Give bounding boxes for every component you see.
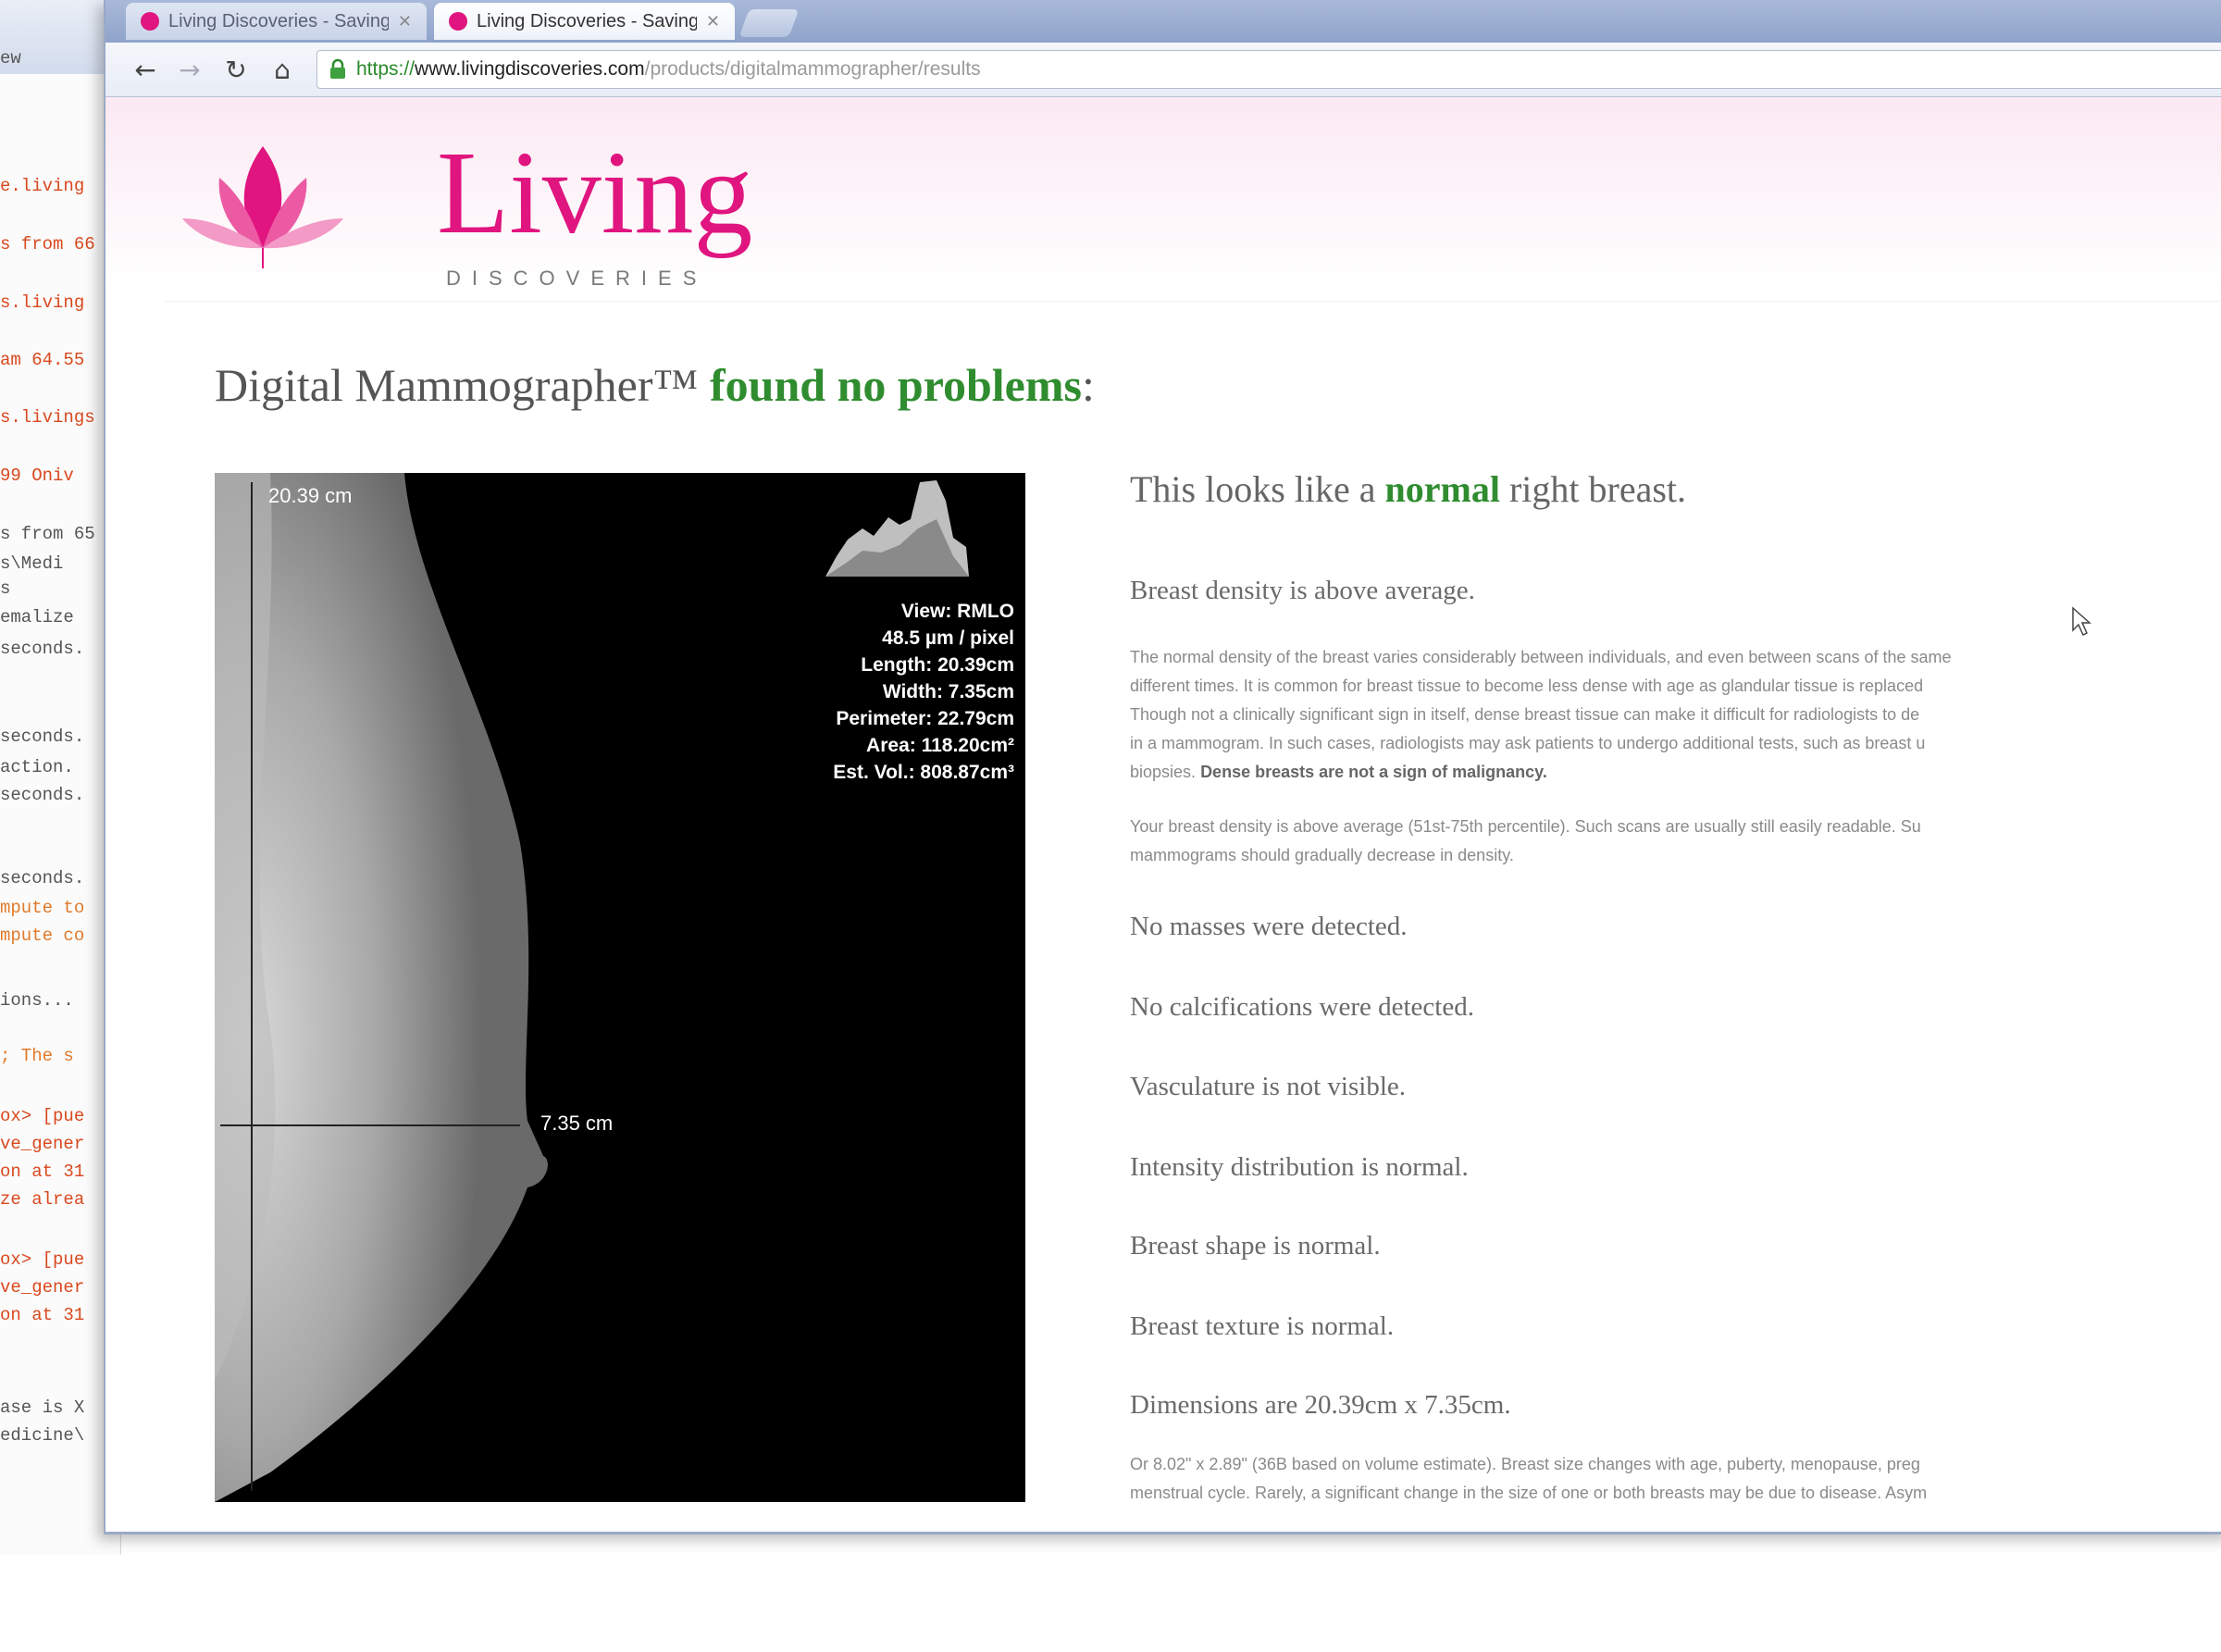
width-measure-label: 7.35 cm (540, 1112, 614, 1135)
density-line: Though not a clinically significant sign… (1130, 705, 1920, 724)
tab-close-icon[interactable]: ✕ (706, 12, 720, 31)
meta-volume: Est. Vol.: 808.87cm³ (833, 762, 1014, 783)
terminal-line: mpute co (0, 925, 85, 946)
terminal-line: seconds. (0, 785, 85, 805)
dimensions-note: Or 8.02" x 2.89" (36B based on volume es… (1130, 1450, 2221, 1508)
meta-area: Area: 118.20cm² (866, 735, 1014, 756)
mouse-cursor-icon (2072, 606, 2091, 637)
summary-prefix: This looks like a (1130, 468, 1385, 510)
terminal-line: s from 65 (0, 524, 95, 544)
tab-strip: Living Discoveries - Saving ✕ Living Dis… (105, 0, 2221, 43)
back-arrow-icon[interactable]: ← (128, 52, 163, 87)
finding-shape: Breast shape is normal. (1130, 1231, 1381, 1261)
density-reassurance: Dense breasts are not a sign of malignan… (1200, 763, 1547, 781)
meta-perimeter: Perimeter: 22.79cm (836, 708, 1014, 729)
home-icon[interactable]: ⌂ (265, 52, 300, 87)
lotus-favicon-icon (141, 12, 159, 31)
terminal-line: ions... (0, 990, 74, 1011)
browser-toolbar: ← → ↻ ⌂ https://www.livingdiscoveries.co… (105, 43, 2221, 97)
page-title: Digital Mammographer™ found no problems: (215, 358, 1095, 412)
meta-width: Width: 7.35cm (882, 681, 1014, 702)
density-paragraph: The normal density of the breast varies … (1130, 643, 2221, 787)
finding-dimensions: Dimensions are 20.39cm x 7.35cm. (1130, 1390, 1511, 1420)
terminal-line: s from 66 (0, 234, 95, 255)
density-line-end: biopsies. (1130, 763, 1197, 781)
site-header: Living DISCOVERIES (105, 97, 2221, 290)
address-bar[interactable]: https://www.livingdiscoveries.com/produc… (316, 50, 2221, 89)
terminal-line: 99 Oniv (0, 466, 74, 486)
lock-icon (329, 58, 347, 81)
new-tab-button[interactable] (738, 9, 800, 37)
image-metadata: View: RMLO 48.5 µm / pixel Length: 20.39… (833, 598, 1014, 786)
terminal-line: action. (0, 757, 74, 777)
summary-suffix: right breast. (1499, 468, 1687, 510)
terminal-line: on at 31 (0, 1305, 85, 1325)
reload-icon[interactable]: ↻ (218, 52, 254, 87)
forward-arrow-icon[interactable]: → (172, 52, 207, 87)
terminal-line: ox> [pue (0, 1106, 85, 1126)
url-path: /products/digitalmammographer/results (644, 58, 981, 80)
finding-vasculature: Vasculature is not visible. (1130, 1072, 1407, 1101)
density-heading: Breast density is above average. (1130, 576, 1475, 605)
title-status: found no problems (710, 359, 1082, 411)
meta-view: View: RMLO (900, 601, 1014, 622)
logo-wordmark: Living (437, 127, 753, 258)
terminal-line: edicine\ (0, 1425, 85, 1446)
lotus-logo-icon (182, 146, 343, 268)
terminal-line: mpute to (0, 898, 85, 918)
terminal-line: seconds. (0, 639, 85, 659)
density-line: The normal density of the breast varies … (1130, 648, 1952, 666)
terminal-line: ox> [pue (0, 1249, 85, 1270)
terminal-line: seconds. (0, 868, 85, 888)
dimensions-note-line: menstrual cycle. Rarely, a significant c… (1130, 1484, 1928, 1502)
terminal-line: am 64.55 (0, 350, 85, 370)
terminal-line: ve_gener (0, 1277, 85, 1298)
finding-intensity: Intensity distribution is normal. (1130, 1152, 1469, 1182)
result-summary: This looks like a normal right breast. (1130, 467, 1686, 511)
meta-length: Length: 20.39cm (861, 654, 1014, 676)
dimensions-note-line: Or 8.02" x 2.89" (36B based on volume es… (1130, 1455, 1920, 1473)
mammogram-image: 20.39 cm 7.35 cm View: RMLO 48.5 µm / pi… (215, 473, 1025, 1502)
terminal-line: ; The s (0, 1046, 74, 1066)
density-note: Your breast density is above average (51… (1130, 813, 2221, 870)
density-note-line: Your breast density is above average (51… (1130, 817, 1921, 836)
summary-highlight: normal (1384, 468, 1500, 510)
tab-inactive[interactable]: Living Discoveries - Saving ✕ (126, 3, 427, 40)
density-line: different times. It is common for breast… (1130, 677, 1924, 695)
finding-masses: No masses were detected. (1130, 912, 1408, 941)
terminal-line: s.living (0, 292, 85, 313)
tab-close-icon[interactable]: ✕ (398, 12, 412, 31)
density-line: in a mammogram. In such cases, radiologi… (1130, 734, 1926, 752)
terminal-line: s (0, 578, 11, 599)
title-suffix: : (1081, 359, 1095, 411)
terminal-line: s\Medi (0, 553, 64, 574)
terminal-line: on at 31 (0, 1161, 85, 1182)
lotus-favicon-icon (449, 12, 467, 31)
finding-texture: Breast texture is normal. (1130, 1311, 1395, 1341)
terminal-line: ase is X (0, 1397, 85, 1418)
finding-calcifications: No calcifications were detected. (1130, 992, 1474, 1022)
terminal-line: ze alrea (0, 1189, 85, 1210)
page-content: Living DISCOVERIES Digital Mammographer™… (105, 97, 2221, 1532)
tab-active[interactable]: Living Discoveries - Saving ✕ (434, 3, 735, 40)
living-discoveries-logo[interactable]: Living DISCOVERIES (166, 130, 752, 290)
terminal-line: emalize (0, 607, 74, 627)
logo-subtitle: DISCOVERIES (446, 267, 708, 290)
density-note-line: mammograms should gradually decrease in … (1130, 846, 1514, 864)
browser-window: Living Discoveries - Saving ✕ Living Dis… (104, 0, 2221, 1534)
terminal-line: s.livings (0, 407, 95, 428)
height-measure-label: 20.39 cm (268, 484, 353, 507)
terminal-line: ew (0, 48, 21, 68)
meta-resolution: 48.5 µm / pixel (882, 627, 1014, 649)
terminal-line: ve_gener (0, 1134, 85, 1154)
url-scheme: https:// (356, 58, 416, 80)
title-prefix: Digital Mammographer™ (215, 359, 710, 411)
terminal-line: e.living (0, 176, 85, 196)
density-line-last: biopsies. Dense breasts are not a sign o… (1130, 758, 2221, 787)
terminal-line: seconds. (0, 727, 85, 747)
tab-title: Living Discoveries - Saving (477, 10, 697, 31)
tab-title: Living Discoveries - Saving (168, 10, 389, 31)
url-host: www.livingdiscoveries.com (415, 58, 645, 80)
